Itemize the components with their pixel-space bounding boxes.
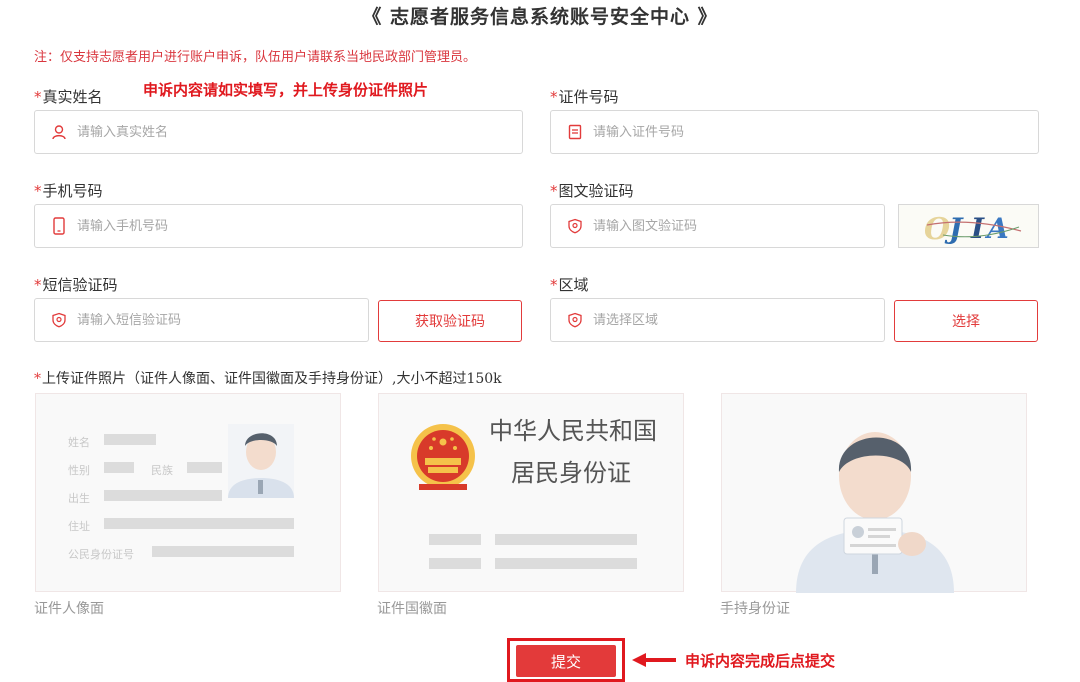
upload-label: *上传证件照片（证件人像面、证件国徽面及手持身份证）,大小不超过150k: [34, 371, 502, 387]
phone-icon: [51, 217, 67, 235]
national-emblem: [411, 424, 475, 490]
user-icon: [51, 124, 67, 140]
sms-code-input[interactable]: [77, 312, 368, 328]
arrow-left-icon: [632, 652, 676, 668]
captcha-char: I: [970, 212, 985, 245]
required-mark: *: [550, 88, 558, 106]
shield-icon: [567, 218, 583, 234]
upload-portrait-caption: 证件人像面: [34, 601, 104, 617]
real-name-field[interactable]: [34, 110, 523, 154]
required-mark: *: [34, 276, 42, 294]
id-number-field[interactable]: [550, 110, 1039, 154]
id-number-input[interactable]: [593, 124, 1038, 140]
id-field-label: 民族: [151, 463, 173, 477]
sms-code-field[interactable]: [34, 298, 369, 342]
phone-input[interactable]: [77, 218, 522, 234]
id-field-label: 姓名: [68, 435, 90, 449]
region-input[interactable]: [593, 312, 884, 328]
handheld-figure: [796, 432, 954, 593]
required-mark: *: [34, 88, 42, 106]
upload-portrait-side[interactable]: 姓名 性别 民族 出生 住址 公民身份证号: [35, 393, 341, 592]
shield-icon: [51, 312, 67, 328]
upload-handheld-caption: 手持身份证: [720, 601, 790, 617]
captcha-input[interactable]: [593, 218, 884, 234]
get-code-button[interactable]: 获取验证码: [378, 300, 522, 342]
emblem-country-text: 中华人民共和国: [489, 417, 657, 445]
captcha-field[interactable]: [550, 204, 885, 248]
id-field-label: 公民身份证号: [68, 547, 134, 561]
upload-handheld[interactable]: [721, 393, 1027, 593]
id-field-label: 出生: [68, 491, 90, 505]
required-mark: *: [34, 182, 42, 200]
sms-code-label: *短信验证码: [34, 276, 118, 294]
emblem-id-text: 居民身份证: [511, 459, 631, 487]
id-field-label: 性别: [68, 463, 90, 477]
region-field[interactable]: [550, 298, 885, 342]
submit-button[interactable]: 提交: [516, 645, 616, 677]
required-mark: *: [34, 371, 41, 387]
submit-hint-annotation: 申诉内容完成后点提交: [685, 652, 836, 670]
required-mark: *: [550, 182, 558, 200]
shield-icon: [567, 312, 583, 328]
portrait-figure: [228, 424, 294, 498]
captcha-label: *图文验证码: [550, 182, 634, 200]
real-name-label: *真实姓名: [34, 88, 103, 106]
phone-field[interactable]: [34, 204, 523, 248]
document-icon: [567, 124, 583, 140]
fill-hint-annotation: 申诉内容请如实填写，并上传身份证件照片: [143, 81, 429, 99]
required-mark: *: [550, 276, 558, 294]
upload-emblem-side[interactable]: 中华人民共和国 居民身份证: [378, 393, 684, 592]
id-field-label: 住址: [68, 519, 90, 533]
phone-label: *手机号码: [34, 182, 103, 200]
captcha-image[interactable]: O J I A: [898, 204, 1039, 248]
region-label: *区域: [550, 276, 589, 294]
id-number-label: *证件号码: [550, 88, 619, 106]
captcha-char: O: [924, 212, 950, 247]
captcha-char: A: [984, 212, 1009, 245]
page-title: 《 志愿者服务信息系统账号安全中心 》: [362, 6, 718, 28]
select-region-button[interactable]: 选择: [894, 300, 1038, 342]
real-name-input[interactable]: [77, 124, 522, 140]
notice-text: 注：仅支持志愿者用户进行账户申诉，队伍用户请联系当地民政部门管理员。: [34, 50, 477, 65]
upload-emblem-caption: 证件国徽面: [377, 601, 447, 617]
